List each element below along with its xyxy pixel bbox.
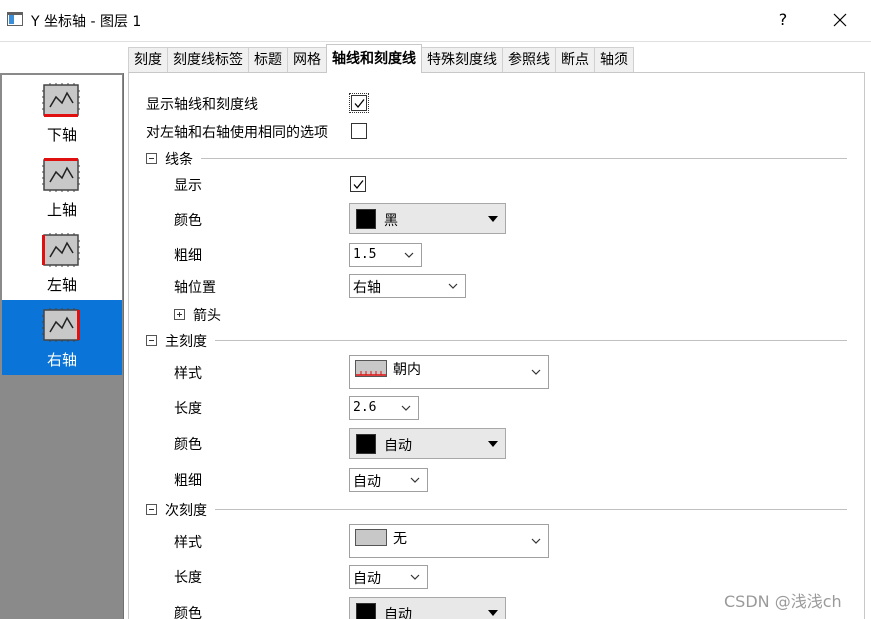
show-axis-label: 显示轴线和刻度线 bbox=[146, 97, 258, 113]
tab-grid[interactable]: 网格 bbox=[287, 47, 327, 73]
color-swatch bbox=[356, 434, 376, 454]
tab-title[interactable]: 标题 bbox=[248, 47, 288, 73]
dropdown-arrow-icon bbox=[488, 441, 498, 447]
right-axis-icon bbox=[42, 308, 80, 342]
major-color-dropdown[interactable]: 自动 bbox=[349, 428, 506, 459]
tab-breaks[interactable]: 断点 bbox=[555, 47, 595, 73]
close-icon bbox=[833, 13, 847, 27]
axis-list: 下轴 上轴 左轴 右轴 bbox=[0, 73, 124, 619]
watermark: CSDN @浅浅ch bbox=[724, 592, 842, 611]
tab-tick-labels[interactable]: 刻度线标签 bbox=[167, 47, 249, 73]
tab-scale[interactable]: 刻度 bbox=[128, 47, 168, 73]
arrow-expand-toggle[interactable] bbox=[174, 309, 185, 320]
major-style-dropdown[interactable]: 朝内 bbox=[349, 355, 549, 389]
major-length-dropdown[interactable]: 2.6 bbox=[349, 396, 419, 420]
axis-item-label: 下轴 bbox=[46, 126, 77, 144]
line-collapse-toggle[interactable] bbox=[146, 153, 157, 164]
same-options-label: 对左轴和右轴使用相同的选项 bbox=[146, 125, 328, 141]
axis-position-dropdown[interactable]: 右轴 bbox=[349, 274, 466, 298]
chevron-down-icon bbox=[531, 538, 541, 544]
line-width-label: 粗细 bbox=[174, 248, 202, 264]
axis-item-top[interactable]: 上轴 bbox=[2, 150, 122, 225]
chevron-down-icon bbox=[410, 477, 420, 483]
tab-strip: 刻度 刻度线标签 标题 网格 轴线和刻度线 特殊刻度线 参照线 断点 轴须 bbox=[128, 44, 634, 73]
help-button[interactable]: ? bbox=[769, 6, 797, 34]
axis-item-label: 上轴 bbox=[46, 201, 77, 219]
window-icon bbox=[7, 12, 23, 26]
line-color-label: 颜色 bbox=[174, 213, 202, 229]
tick-style-preview-icon bbox=[355, 529, 387, 546]
minor-color-dropdown[interactable]: 自动 bbox=[349, 597, 506, 619]
chevron-down-icon bbox=[531, 369, 541, 375]
axis-position-label: 轴位置 bbox=[174, 280, 216, 296]
color-swatch bbox=[356, 603, 376, 619]
major-width-value: 自动 bbox=[353, 474, 381, 490]
major-width-label: 粗细 bbox=[174, 473, 202, 489]
top-axis-icon bbox=[42, 158, 80, 192]
chevron-down-icon bbox=[448, 283, 458, 289]
major-style-label: 样式 bbox=[174, 366, 202, 382]
tab-reference-lines[interactable]: 参照线 bbox=[502, 47, 556, 73]
line-color-value: 黑 bbox=[384, 213, 398, 229]
section-divider bbox=[215, 509, 847, 510]
tab-special-ticks[interactable]: 特殊刻度线 bbox=[421, 47, 503, 73]
minor-collapse-toggle[interactable] bbox=[146, 504, 157, 515]
major-collapse-toggle[interactable] bbox=[146, 335, 157, 346]
major-length-value: 2.6 bbox=[353, 400, 377, 415]
axis-item-left[interactable]: 左轴 bbox=[2, 225, 122, 300]
line-show-label: 显示 bbox=[174, 178, 202, 194]
title-bar: Y 坐标轴 - 图层 1 ? bbox=[0, 0, 871, 42]
minor-length-dropdown[interactable]: 自动 bbox=[349, 565, 428, 589]
major-color-label: 颜色 bbox=[174, 437, 202, 453]
minor-style-value: 无 bbox=[393, 531, 407, 547]
axis-item-label: 右轴 bbox=[46, 351, 77, 369]
minor-color-value: 自动 bbox=[384, 607, 412, 619]
major-section-header: 主刻度 bbox=[165, 334, 207, 350]
major-length-label: 长度 bbox=[174, 401, 202, 417]
chevron-down-icon bbox=[401, 405, 411, 411]
line-color-dropdown[interactable]: 黑 bbox=[349, 203, 506, 234]
settings-panel: 显示轴线和刻度线 对左轴和右轴使用相同的选项 线条 显示 颜色 黑 粗细 1.5… bbox=[128, 72, 865, 619]
minor-length-value: 自动 bbox=[353, 571, 381, 587]
bottom-axis-icon bbox=[42, 83, 80, 117]
axis-item-label: 左轴 bbox=[46, 276, 77, 294]
chevron-down-icon bbox=[404, 252, 414, 258]
axis-item-bottom[interactable]: 下轴 bbox=[2, 75, 122, 150]
line-width-value: 1.5 bbox=[353, 247, 377, 262]
minor-section-header: 次刻度 bbox=[165, 503, 207, 519]
arrow-label: 箭头 bbox=[193, 308, 221, 324]
minor-style-dropdown[interactable]: 无 bbox=[349, 524, 549, 558]
section-divider bbox=[215, 340, 847, 341]
minor-length-label: 长度 bbox=[174, 570, 202, 586]
major-style-value: 朝内 bbox=[393, 362, 421, 378]
show-axis-checkbox[interactable] bbox=[349, 93, 369, 113]
axis-position-value: 右轴 bbox=[353, 280, 381, 296]
checkmark-icon bbox=[354, 99, 365, 109]
major-color-value: 自动 bbox=[384, 438, 412, 454]
dropdown-arrow-icon bbox=[488, 216, 498, 222]
close-button[interactable] bbox=[822, 4, 858, 36]
section-divider bbox=[201, 158, 847, 159]
tab-rug[interactable]: 轴须 bbox=[594, 47, 634, 73]
minor-color-label: 颜色 bbox=[174, 606, 202, 619]
tick-style-preview-icon bbox=[355, 360, 387, 377]
tab-line-and-ticks[interactable]: 轴线和刻度线 bbox=[326, 44, 422, 73]
axis-item-right[interactable]: 右轴 bbox=[2, 300, 122, 375]
color-swatch bbox=[356, 209, 376, 229]
line-width-dropdown[interactable]: 1.5 bbox=[349, 243, 422, 267]
left-axis-icon bbox=[42, 233, 80, 267]
same-options-checkbox[interactable] bbox=[351, 123, 367, 139]
line-section-header: 线条 bbox=[165, 152, 193, 168]
window-title: Y 坐标轴 - 图层 1 bbox=[31, 14, 142, 30]
major-width-dropdown[interactable]: 自动 bbox=[349, 468, 428, 492]
chevron-down-icon bbox=[410, 574, 420, 580]
checkmark-icon bbox=[353, 180, 364, 190]
line-show-checkbox[interactable] bbox=[350, 176, 366, 192]
minor-style-label: 样式 bbox=[174, 535, 202, 551]
dropdown-arrow-icon bbox=[488, 610, 498, 616]
